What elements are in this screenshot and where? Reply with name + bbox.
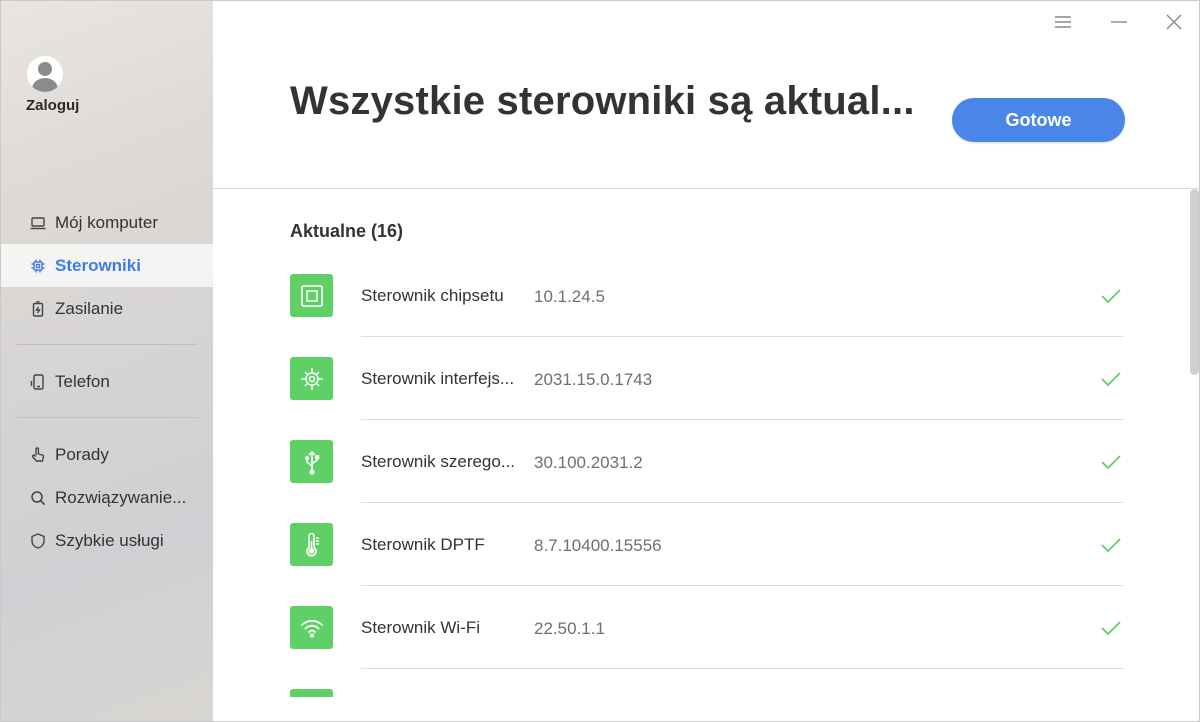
sidebar: Zaloguj Mój komputer Sterowniki Zasilani…: [1, 1, 213, 721]
close-button[interactable]: [1161, 9, 1187, 35]
sidebar-divider: [17, 344, 198, 345]
driver-version: 22.50.1.1: [534, 619, 605, 638]
driver-list: Sterownik chipsetu 10.1.24.5 Sterownik i…: [213, 255, 1199, 697]
sidebar-item-tips[interactable]: Porady: [1, 433, 213, 476]
driver-row: Sterownik DPTF 8.7.10400.15556: [213, 504, 1199, 587]
driver-row-partial: [213, 670, 1199, 697]
thermometer-icon: [290, 523, 333, 566]
sidebar-item-label: Szybkie usługi: [55, 530, 164, 550]
hand-pointer-icon: [29, 446, 47, 464]
row-divider: [361, 419, 1123, 420]
driver-version: 2031.15.0.1743: [534, 370, 653, 389]
driver-name: Sterownik Wi-Fi: [361, 618, 481, 637]
chipset-icon: [290, 274, 333, 317]
check-icon: [1101, 538, 1121, 553]
minimize-icon: [1111, 21, 1127, 23]
driver-version: 10.1.24.5: [534, 287, 605, 306]
search-icon: [29, 489, 47, 507]
laptop-icon: [29, 214, 47, 232]
page-title: Wszystkie sterowniki są aktual...: [290, 79, 915, 123]
hamburger-icon: [1055, 16, 1071, 28]
done-button[interactable]: Gotowe: [952, 98, 1125, 142]
app-window: Zaloguj Mój komputer Sterowniki Zasilani…: [0, 0, 1200, 722]
driver-version: 30.100.2031.2: [534, 453, 643, 472]
driver-icon: [290, 689, 333, 697]
check-icon: [1101, 621, 1121, 636]
close-icon: [1166, 14, 1182, 30]
section-title: Aktualne (16): [290, 221, 404, 241]
shield-icon: [29, 532, 47, 550]
menu-button[interactable]: [1050, 9, 1076, 35]
sidebar-item-phone[interactable]: Telefon: [1, 360, 213, 403]
row-divider: [361, 585, 1123, 586]
minimize-button[interactable]: [1106, 9, 1132, 35]
login-link[interactable]: Zaloguj: [26, 97, 79, 114]
sidebar-item-power[interactable]: Zasilanie: [1, 287, 213, 330]
driver-row: Sterownik szerego... 30.100.2031.2: [213, 421, 1199, 504]
usb-icon: [290, 440, 333, 483]
sidebar-item-label: Rozwiązywanie...: [55, 487, 187, 507]
sidebar-item-label: Mój komputer: [55, 212, 158, 232]
driver-row: Sterownik interfejs... 2031.15.0.1743: [213, 338, 1199, 421]
wifi-icon: [290, 606, 333, 649]
sidebar-item-drivers[interactable]: Sterowniki: [1, 244, 213, 287]
phone-icon: [29, 373, 47, 391]
sidebar-item-label: Zasilanie: [55, 298, 124, 318]
check-icon: [1101, 372, 1121, 387]
row-divider: [361, 668, 1123, 669]
sidebar-item-label: Sterowniki: [55, 255, 141, 275]
driver-row: Sterownik chipsetu 10.1.24.5: [213, 255, 1199, 338]
avatar[interactable]: [27, 56, 63, 92]
check-icon: [1101, 455, 1121, 470]
driver-name: Sterownik interfejs...: [361, 369, 515, 388]
sidebar-item-troubleshoot[interactable]: Rozwiązywanie...: [1, 476, 213, 519]
main-panel: Wszystkie sterowniki są aktual... Gotowe…: [213, 1, 1199, 721]
sidebar-item-quick-services[interactable]: Szybkie usługi: [1, 519, 213, 562]
scrollbar-thumb[interactable]: [1190, 189, 1199, 375]
interface-chip-icon: [290, 357, 333, 400]
header-divider: [213, 188, 1199, 189]
sidebar-item-my-computer[interactable]: Mój komputer: [1, 201, 213, 244]
row-divider: [361, 502, 1123, 503]
driver-name: Sterownik DPTF: [361, 535, 485, 554]
sidebar-item-label: Porady: [55, 444, 109, 464]
chip-icon: [29, 257, 47, 275]
check-icon: [1101, 289, 1121, 304]
row-divider: [361, 336, 1123, 337]
battery-icon: [29, 300, 47, 318]
sidebar-item-label: Telefon: [55, 371, 110, 391]
driver-name: Sterownik szerego...: [361, 452, 516, 471]
sidebar-divider: [17, 417, 198, 418]
driver-version: 8.7.10400.15556: [534, 536, 662, 555]
driver-row: Sterownik Wi-Fi 22.50.1.1: [213, 587, 1199, 670]
driver-name: Sterownik chipsetu: [361, 286, 504, 305]
